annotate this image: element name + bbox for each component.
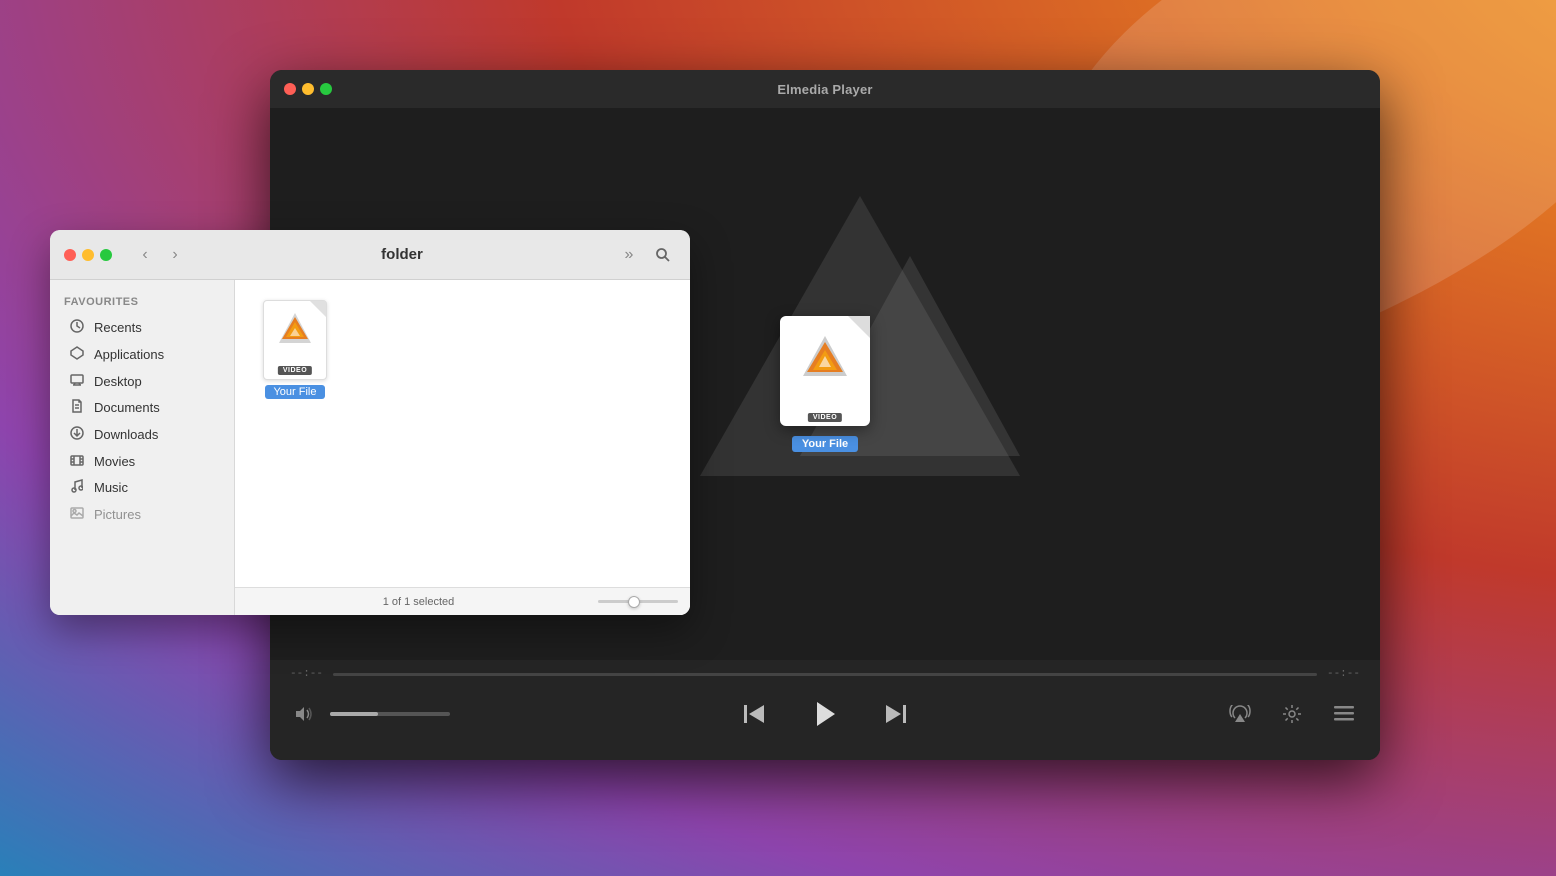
finder-body: Favourites Recents Applications xyxy=(50,280,690,615)
finder-content: VIDEO Your File 1 of 1 selected xyxy=(235,280,690,615)
finder-back-button[interactable]: ‹ xyxy=(132,242,158,268)
zoom-thumb[interactable] xyxy=(628,596,640,608)
airplay-button[interactable] xyxy=(1224,698,1256,730)
sidebar-item-desktop[interactable]: Desktop xyxy=(54,368,230,394)
player-titlebar: Elmedia Player xyxy=(270,70,1380,108)
finder-view-button[interactable]: » xyxy=(616,242,642,268)
player-file-item: VIDEO Your File xyxy=(780,316,870,452)
downloads-icon xyxy=(68,426,86,443)
finder-file-area: VIDEO Your File xyxy=(235,280,690,587)
sidebar-item-recents[interactable]: Recents xyxy=(54,314,230,341)
sidebar-item-applications-label: Applications xyxy=(94,347,164,362)
controls-row xyxy=(290,692,1360,736)
sidebar-item-downloads-label: Downloads xyxy=(94,427,158,442)
finder-statusbar: 1 of 1 selected xyxy=(235,587,690,615)
sidebar-item-music[interactable]: Music xyxy=(54,474,230,501)
previous-button[interactable] xyxy=(737,696,773,732)
music-icon xyxy=(68,479,86,496)
sidebar-item-applications[interactable]: Applications xyxy=(54,341,230,368)
elmedia-logo-small xyxy=(277,311,313,347)
sidebar-item-movies[interactable]: Movies xyxy=(54,448,230,474)
player-title: Elmedia Player xyxy=(777,82,872,97)
finder-path: folder xyxy=(198,246,606,263)
time-end: --:-- xyxy=(1327,668,1360,680)
applications-icon xyxy=(68,346,86,363)
elmedia-logo-large xyxy=(801,334,849,382)
volume-track[interactable] xyxy=(330,712,450,716)
player-maximize-button[interactable] xyxy=(320,83,332,95)
finder-maximize-button[interactable] xyxy=(100,249,112,261)
volume-control xyxy=(290,698,450,730)
player-file-icon: VIDEO xyxy=(780,316,870,426)
player-minimize-button[interactable] xyxy=(302,83,314,95)
desktop-icon xyxy=(68,373,86,389)
right-controls xyxy=(1200,698,1360,730)
sidebar-section-favourites: Favourites xyxy=(50,292,234,314)
playlist-icon xyxy=(1334,706,1354,722)
previous-icon xyxy=(744,705,766,723)
sidebar-item-pictures[interactable]: Pictures xyxy=(54,501,230,527)
playlist-button[interactable] xyxy=(1328,698,1360,730)
player-close-button[interactable] xyxy=(284,83,296,95)
finder-sidebar: Favourites Recents Applications xyxy=(50,280,235,615)
sidebar-item-documents[interactable]: Documents xyxy=(54,394,230,421)
finder-nav: ‹ › xyxy=(132,242,188,268)
sidebar-item-pictures-label: Pictures xyxy=(94,507,141,522)
player-file-badge: VIDEO xyxy=(808,413,842,422)
sidebar-item-downloads[interactable]: Downloads xyxy=(54,421,230,448)
documents-icon xyxy=(68,399,86,416)
playback-controls xyxy=(737,692,913,736)
settings-button[interactable] xyxy=(1276,698,1308,730)
finder-window: ‹ › folder » Favourites xyxy=(50,230,690,615)
player-traffic-lights xyxy=(284,83,332,95)
status-text: 1 of 1 selected xyxy=(247,596,590,608)
player-file-label: Your File xyxy=(792,436,858,452)
time-start: --:-- xyxy=(290,668,323,680)
pictures-icon xyxy=(68,506,86,522)
recents-icon xyxy=(68,319,86,336)
file-name-label: Your File xyxy=(265,385,324,399)
sidebar-item-desktop-label: Desktop xyxy=(94,374,142,389)
file-badge: VIDEO xyxy=(278,366,312,375)
play-button[interactable] xyxy=(803,692,847,736)
volume-icon-button[interactable] xyxy=(290,698,322,730)
finder-forward-button[interactable]: › xyxy=(162,242,188,268)
player-controls: --:-- --:-- xyxy=(270,660,1380,760)
file-icon: VIDEO xyxy=(263,300,327,380)
finder-close-button[interactable] xyxy=(64,249,76,261)
sidebar-item-movies-label: Movies xyxy=(94,454,135,469)
volume-icon xyxy=(296,706,316,722)
file-item[interactable]: VIDEO Your File xyxy=(255,300,335,399)
airplay-icon xyxy=(1229,705,1251,723)
play-icon xyxy=(811,700,839,728)
finder-traffic-lights xyxy=(64,249,112,261)
sidebar-item-documents-label: Documents xyxy=(94,400,160,415)
finder-toolbar-right: » xyxy=(616,242,676,268)
finder-search-button[interactable] xyxy=(650,242,676,268)
finder-titlebar: ‹ › folder » xyxy=(50,230,690,280)
finder-minimize-button[interactable] xyxy=(82,249,94,261)
movies-icon xyxy=(68,453,86,469)
next-icon xyxy=(884,705,906,723)
next-button[interactable] xyxy=(877,696,913,732)
zoom-slider[interactable] xyxy=(598,600,678,603)
sidebar-item-music-label: Music xyxy=(94,480,128,495)
search-icon xyxy=(655,247,671,263)
finder-folder-name: folder xyxy=(381,246,423,263)
progress-bar-area: --:-- --:-- xyxy=(290,668,1360,680)
sidebar-item-recents-label: Recents xyxy=(94,320,142,335)
progress-track[interactable] xyxy=(333,673,1317,676)
settings-icon xyxy=(1282,704,1302,724)
